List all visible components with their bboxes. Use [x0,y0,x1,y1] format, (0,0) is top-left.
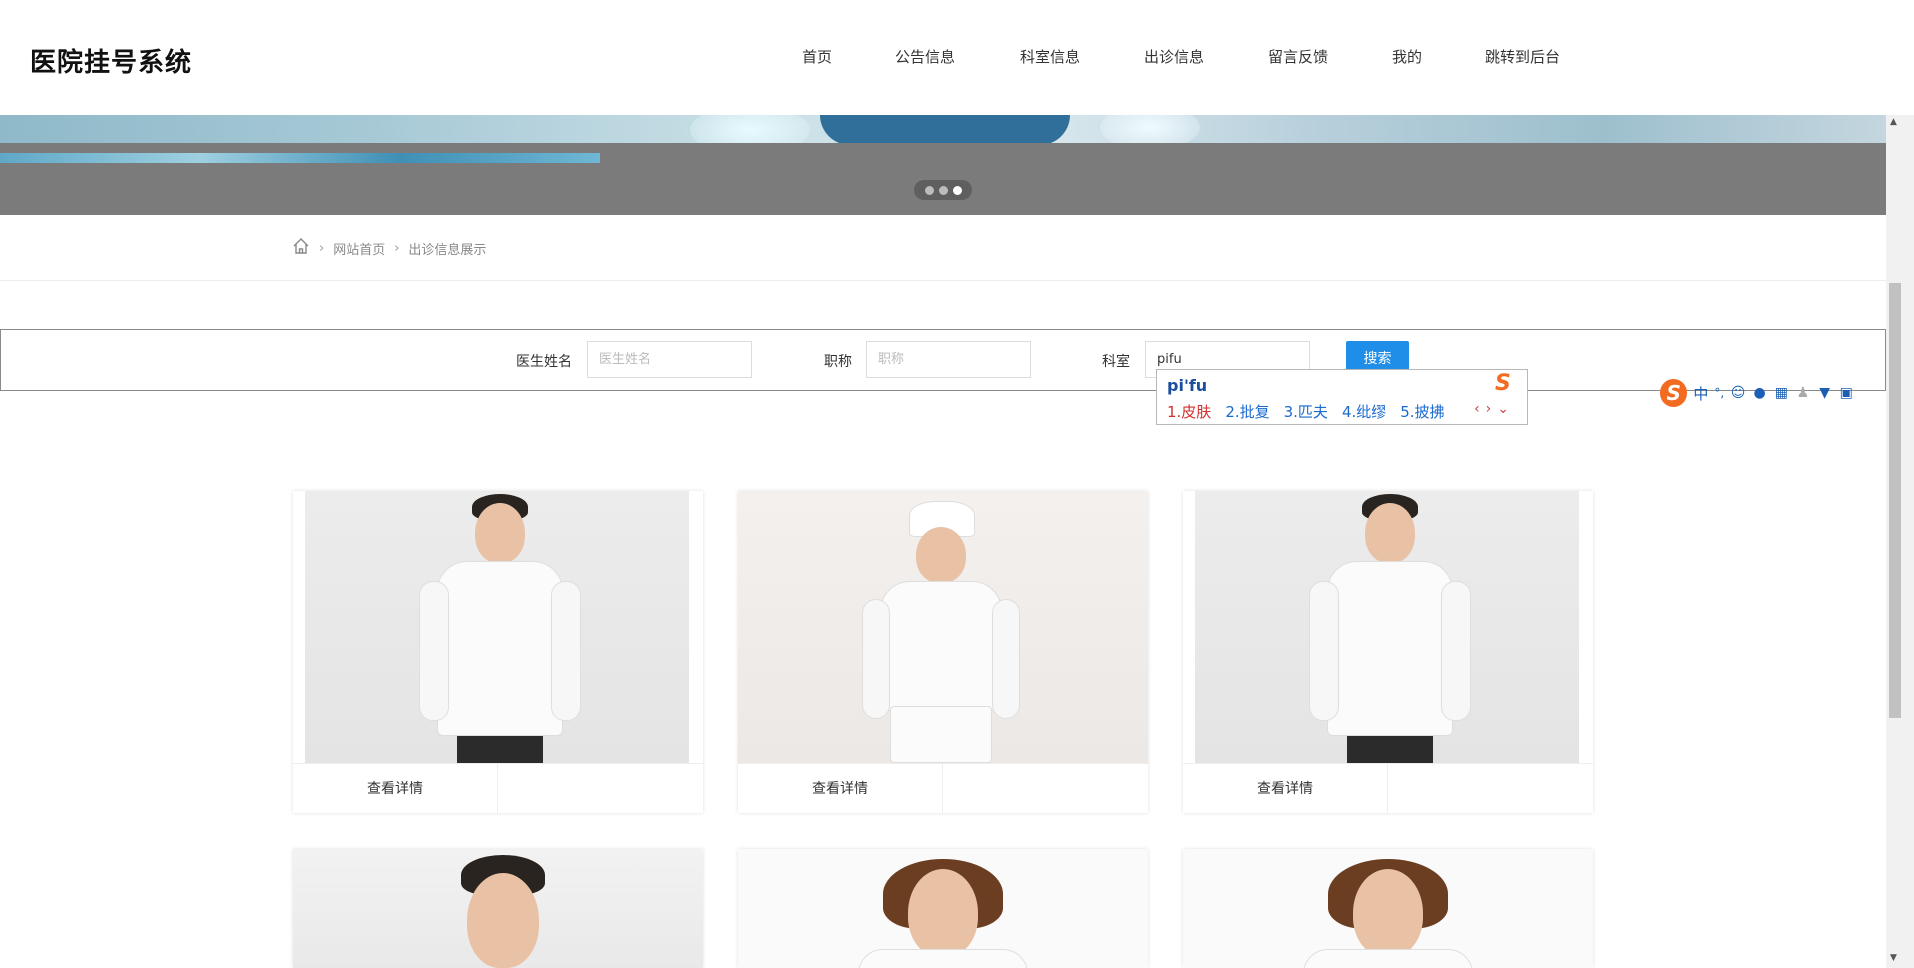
carousel-dots [914,180,972,200]
scrollbar-thumb[interactable] [1889,283,1901,718]
view-details-button[interactable]: 查看详情 [293,764,498,813]
nav-feedback[interactable]: 留言反馈 [1268,46,1328,67]
doctor-photo[interactable] [1183,849,1593,968]
nav-departments[interactable]: 科室信息 [1020,46,1080,67]
emoji-icon[interactable]: ☺ [1730,385,1746,401]
ime-candidate[interactable]: 1.皮肤 [1167,401,1211,422]
nav-admin[interactable]: 跳转到后台 [1485,46,1560,67]
department-label: 科室 [1102,354,1130,370]
home-icon[interactable] [292,237,310,259]
header: 医院挂号系统 首页 公告信息 科室信息 出诊信息 留言反馈 我的 跳转到后台 [0,0,1886,115]
nav-home[interactable]: 首页 [802,46,832,67]
nav-schedule[interactable]: 出诊信息 [1144,46,1204,67]
view-details-button[interactable]: 查看详情 [1183,764,1388,813]
title-label: 职称 [824,354,852,370]
doctor-card[interactable]: 查看详情 [1183,491,1593,813]
chevron-right-icon: › [319,240,325,256]
ime-candidate[interactable]: 5.披拂 [1400,401,1444,422]
ime-candidate[interactable]: 4.纰缪 [1342,401,1386,422]
view-details-button[interactable]: 查看详情 [738,764,943,813]
doctor-card[interactable] [293,849,703,968]
title-input[interactable]: 职称 [866,341,1031,378]
user-icon[interactable]: ♟ [1795,385,1811,401]
skin-icon[interactable]: ▼ [1817,385,1833,401]
page: 医院挂号系统 首页 公告信息 科室信息 出诊信息 留言反馈 我的 跳转到后台 ›… [0,0,1914,968]
card-footer: 查看详情 [738,763,1148,813]
sogou-logo-icon: S [1495,371,1511,396]
ime-candidate[interactable]: 3.匹夫 [1284,401,1328,422]
divider [0,280,1886,281]
ime-candidate-list: 1.皮肤 2.批复 3.匹夫 4.纰缪 5.披拂 [1167,401,1459,422]
breadcrumb-current: 出诊信息展示 [408,242,487,258]
ime-candidate-window: pi'fu 1.皮肤 2.批复 3.匹夫 4.纰缪 5.披拂 ‹›⌄ S [1156,369,1528,425]
ime-toolbar: S 中 °, ☺ ● ▦ ♟ ▼ ▣ [1660,378,1854,408]
doctor-card[interactable]: 查看详情 [293,491,703,813]
doctor-photo[interactable] [738,491,1148,763]
doctor-photo[interactable] [1195,491,1579,763]
breadcrumb-home-link[interactable]: 网站首页 [333,239,385,258]
nav-mine[interactable]: 我的 [1392,46,1422,67]
banner-strip [0,153,600,163]
card-footer: 查看详情 [1183,763,1593,813]
doctor-card[interactable]: 查看详情 [738,491,1148,813]
doctor-photo[interactable] [293,849,703,968]
scroll-down-icon[interactable]: ▼ [1890,953,1897,963]
doctor-photo[interactable] [738,849,1148,968]
grid-menu-icon[interactable]: ▣ [1838,385,1854,401]
site-logo[interactable]: 医院挂号系统 [30,42,192,79]
carousel-dot-1[interactable] [924,185,934,195]
doctor-card[interactable] [1183,849,1593,968]
ime-punctuation-toggle[interactable]: °, [1714,386,1724,400]
card-footer: 查看详情 [293,763,703,813]
doctor-name-input[interactable]: 医生姓名 [587,341,752,378]
ime-mode-toggle[interactable]: 中 [1693,383,1708,404]
nav-announcements[interactable]: 公告信息 [895,46,955,67]
scroll-up-icon[interactable]: ▲ [1890,117,1897,127]
doctor-card[interactable] [738,849,1148,968]
breadcrumb: › 网站首页 › 出诊信息展示 [292,237,486,259]
chevron-right-icon: › [394,240,400,256]
microphone-icon[interactable]: ● [1752,385,1768,401]
ime-candidate[interactable]: 2.批复 [1225,401,1269,422]
carousel-dot-3[interactable] [952,185,962,195]
doctor-photo[interactable] [305,491,689,763]
ime-page-arrows-icon[interactable]: ‹›⌄ [1474,401,1515,417]
ime-pinyin: pi'fu [1167,376,1208,395]
sogou-icon[interactable]: S [1660,379,1688,407]
doctor-name-label: 医生姓名 [516,354,572,370]
carousel-dot-2[interactable] [938,185,948,195]
keyboard-icon[interactable]: ▦ [1773,385,1789,401]
